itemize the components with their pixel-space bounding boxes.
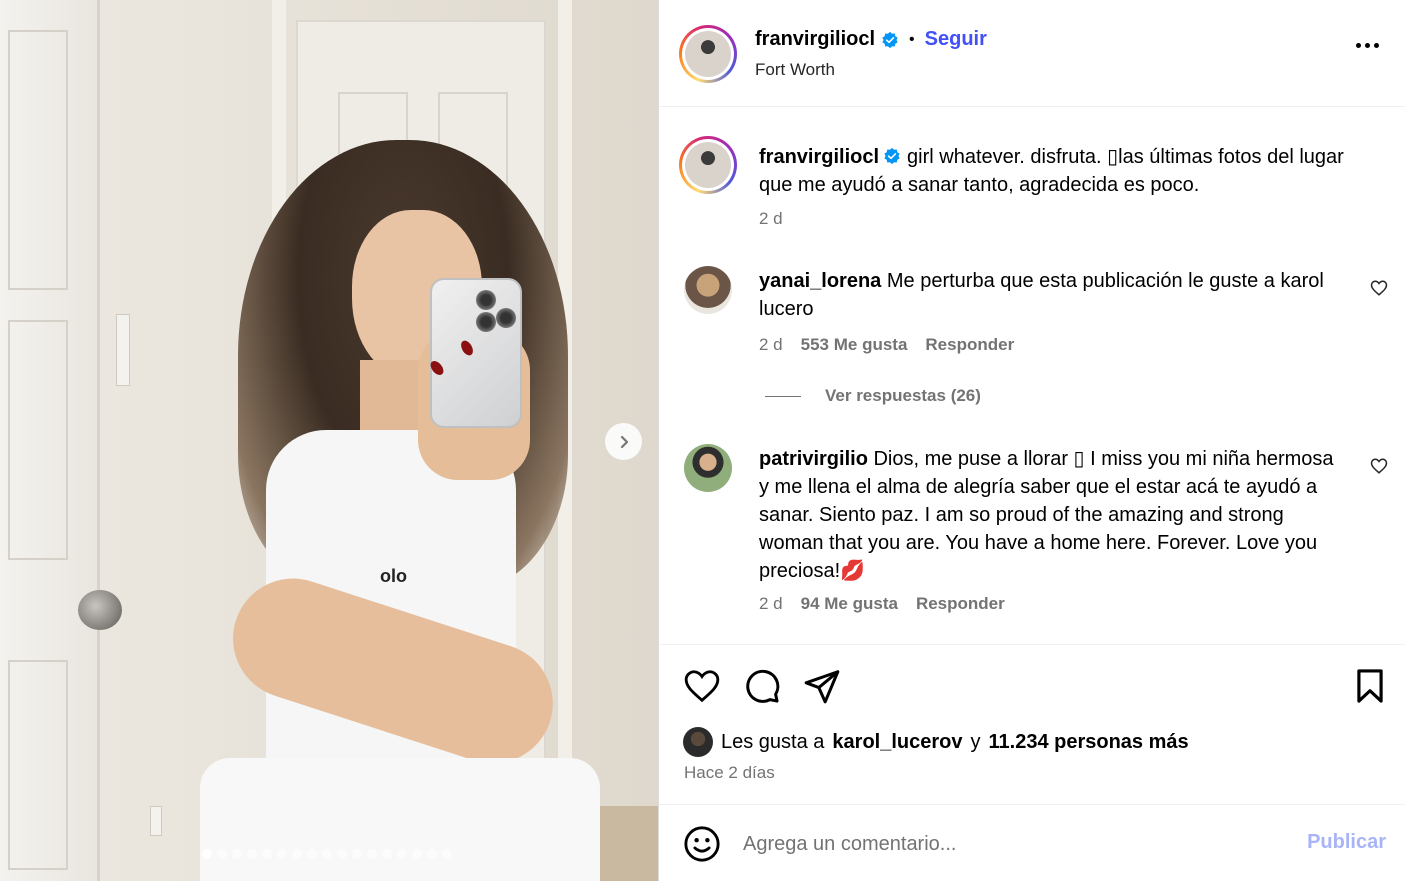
- post-photo[interactable]: olo: [0, 0, 658, 881]
- carousel-indicator: [202, 849, 452, 859]
- heart-icon[interactable]: [1370, 457, 1388, 475]
- caption-avatar[interactable]: [679, 136, 737, 194]
- comment-time[interactable]: 2 d: [759, 594, 783, 614]
- share-icon[interactable]: [803, 667, 841, 705]
- view-replies-button[interactable]: Ver respuestas (26): [765, 386, 981, 406]
- verified-icon: [884, 147, 900, 165]
- carousel-dot: [352, 849, 362, 859]
- comment-likes[interactable]: 553 Me gusta: [801, 335, 908, 355]
- caption-meta: 2 d: [759, 209, 783, 229]
- replies-divider: [765, 395, 801, 397]
- photo-door-left: [0, 0, 100, 881]
- comment-input[interactable]: [743, 827, 1263, 861]
- post-actions: Les gusta a karol_lucerov y 11.234 perso…: [659, 644, 1405, 804]
- likes-user[interactable]: karol_lucerov: [832, 731, 962, 754]
- comments-section: franvirgiliocl girl whatever. disfruta. …: [659, 108, 1405, 644]
- caption-username[interactable]: franvirgiliocl: [759, 146, 879, 168]
- post-date[interactable]: Hace 2 días: [684, 763, 775, 783]
- chevron-right-icon: [620, 435, 628, 448]
- photo-door-knob: [78, 590, 122, 630]
- carousel-dot: [322, 849, 332, 859]
- photo-phone: [430, 278, 522, 428]
- view-replies-label[interactable]: Ver respuestas (26): [825, 386, 981, 406]
- carousel-dot: [292, 849, 302, 859]
- caption-text-block: franvirgiliocl girl whatever. disfruta. …: [759, 143, 1374, 199]
- carousel-dot: [382, 849, 392, 859]
- liker-avatar[interactable]: [683, 727, 713, 757]
- carousel-dot: [262, 849, 272, 859]
- carousel-dot: [412, 849, 422, 859]
- carousel-dot: [232, 849, 242, 859]
- carousel-dot: [202, 849, 212, 859]
- carousel-dot: [217, 849, 227, 859]
- post-sidebar: franvirgiliocl • Seguir Fort Worth franv…: [658, 0, 1405, 881]
- carousel-next-button[interactable]: [605, 423, 642, 460]
- photo-outlet: [150, 806, 162, 836]
- carousel-dot: [307, 849, 317, 859]
- heart-icon[interactable]: [1370, 279, 1388, 297]
- likes-prefix: Les gusta a: [721, 730, 825, 753]
- likes-middle: y: [970, 730, 981, 753]
- comment-meta: 2 d 94 Me gusta Responder: [759, 594, 1005, 614]
- reply-button[interactable]: Responder: [916, 594, 1005, 614]
- header-separator: •: [909, 30, 915, 48]
- more-options-button[interactable]: [1356, 43, 1379, 48]
- carousel-dot: [277, 849, 287, 859]
- comment-time[interactable]: 2 d: [759, 335, 783, 355]
- carousel-dot: [397, 849, 407, 859]
- bookmark-icon[interactable]: [1351, 667, 1389, 705]
- photo-light-switch: [116, 314, 130, 386]
- comment-icon[interactable]: [743, 667, 781, 705]
- verified-icon: [882, 31, 898, 48]
- follow-button[interactable]: Seguir: [925, 28, 987, 51]
- photo-pants: [200, 758, 600, 881]
- post-header: franvirgiliocl • Seguir Fort Worth: [659, 0, 1405, 107]
- likes-count[interactable]: 11.234 personas más: [989, 731, 1189, 754]
- post-location[interactable]: Fort Worth: [755, 60, 835, 80]
- carousel-dot: [337, 849, 347, 859]
- publish-button[interactable]: Publicar: [1307, 831, 1386, 854]
- carousel-dot: [247, 849, 257, 859]
- carousel-dot: [367, 849, 377, 859]
- comment-likes[interactable]: 94 Me gusta: [801, 594, 898, 614]
- photo-shirt-logo: olo: [380, 566, 407, 586]
- emoji-icon[interactable]: [683, 825, 721, 863]
- heart-icon[interactable]: [683, 667, 721, 705]
- comment-text-block: patrivirgilio Dios, me puse a llorar ▯ I…: [759, 445, 1349, 585]
- comment-meta: 2 d 553 Me gusta Responder: [759, 335, 1014, 355]
- author-avatar[interactable]: [679, 25, 737, 83]
- author-username[interactable]: franvirgiliocl: [755, 28, 875, 51]
- comment-composer: Publicar: [659, 804, 1405, 881]
- comment-avatar[interactable]: [684, 444, 732, 492]
- carousel-dot: [427, 849, 437, 859]
- likes-summary: Les gusta a karol_lucerov y 11.234 perso…: [683, 727, 1189, 757]
- comment-username[interactable]: yanai_lorena: [759, 270, 881, 292]
- reply-button[interactable]: Responder: [925, 335, 1014, 355]
- more-icon: [1356, 43, 1361, 48]
- comment-username[interactable]: patrivirgilio: [759, 448, 868, 470]
- caption-time[interactable]: 2 d: [759, 209, 783, 229]
- carousel-dot: [442, 849, 452, 859]
- comment-avatar[interactable]: [684, 266, 732, 314]
- comment-text-block: yanai_lorena Me perturba que esta public…: [759, 267, 1349, 323]
